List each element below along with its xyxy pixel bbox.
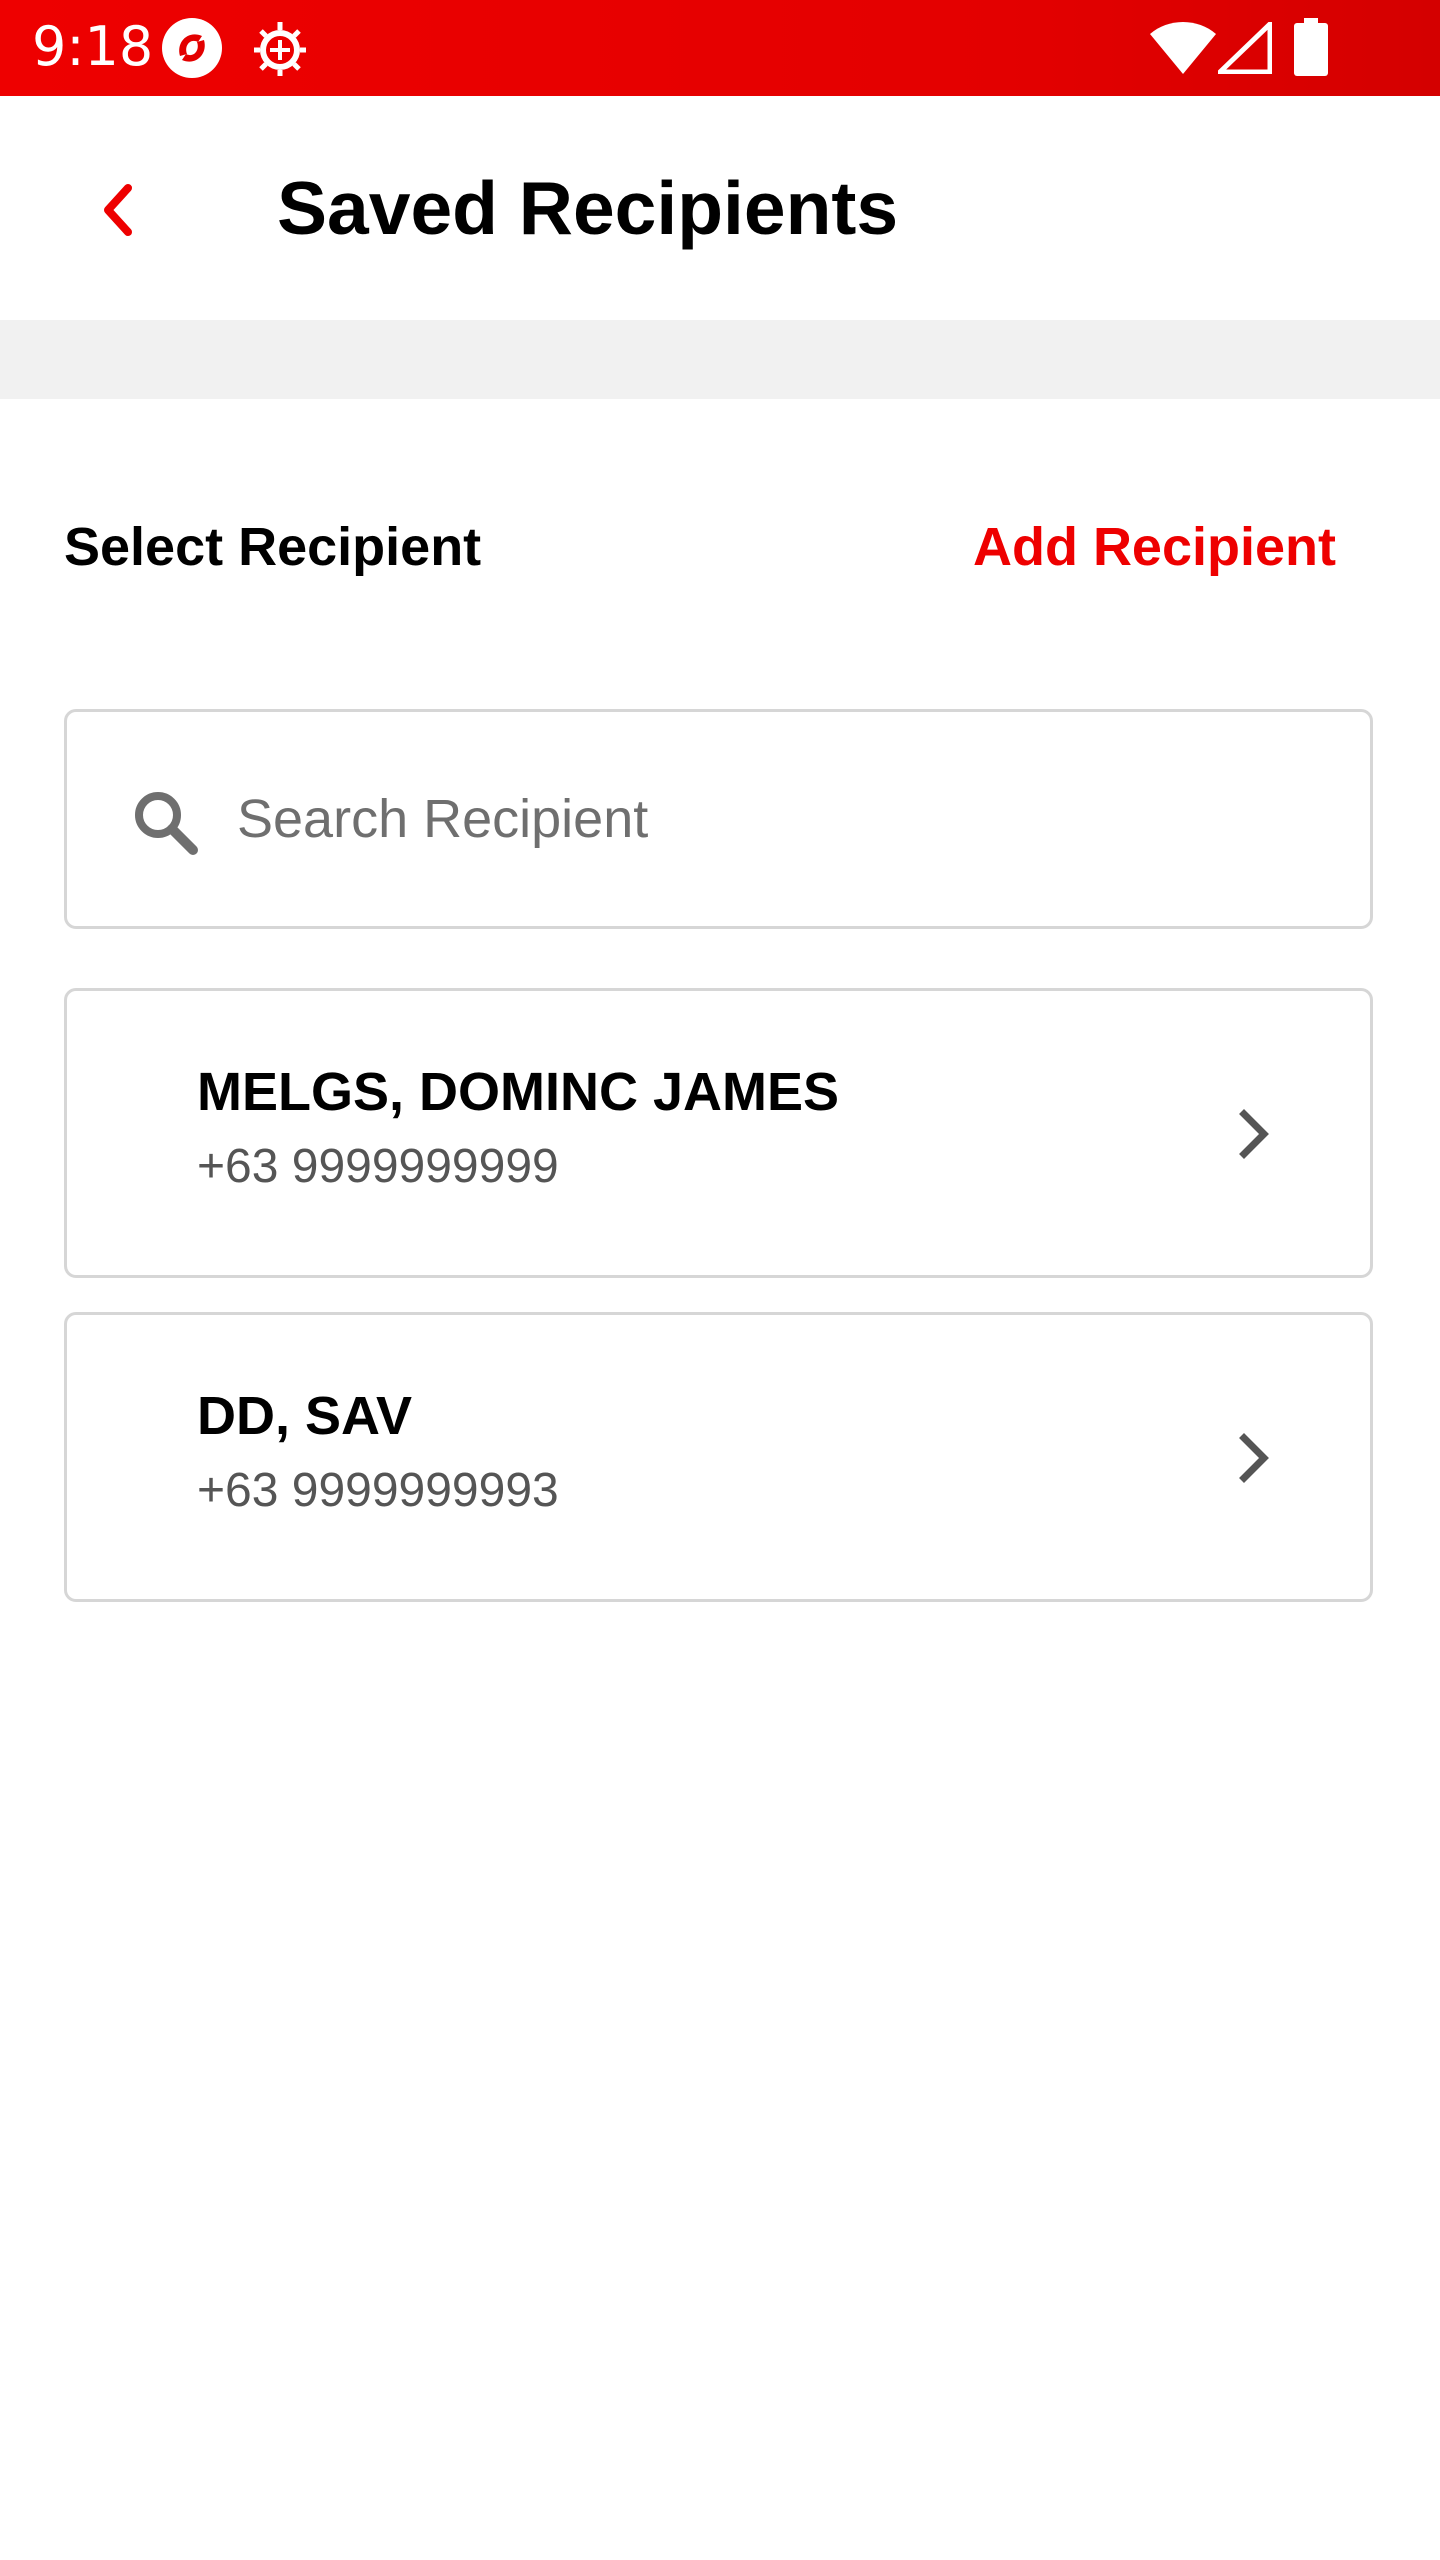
recipient-name: DD, SAV <box>197 1386 413 1446</box>
recipient-card[interactable]: MELGS, DOMINC JAMES +63 9999999999 <box>64 988 1373 1278</box>
section-divider <box>0 320 1440 399</box>
recipient-phone: +63 9999999999 <box>197 1140 559 1193</box>
wifi-icon <box>1150 22 1216 74</box>
signal-icon <box>1218 22 1272 74</box>
recipient-phone: +63 9999999993 <box>197 1464 559 1517</box>
page-title: Saved Recipients <box>277 166 899 250</box>
app-notification-icon <box>162 18 222 78</box>
app-bar: Saved Recipients <box>0 96 1440 320</box>
search-input[interactable] <box>237 752 1317 886</box>
back-button[interactable] <box>70 162 166 258</box>
status-bar: 9:18 <box>0 0 1440 96</box>
select-recipient-label: Select Recipient <box>64 517 482 577</box>
status-time: 9:18 <box>32 15 154 78</box>
search-box[interactable] <box>64 709 1373 929</box>
bug-icon <box>254 22 306 76</box>
add-recipient-button[interactable]: Add Recipient <box>973 512 1336 582</box>
chevron-left-icon <box>104 184 132 236</box>
battery-icon <box>1294 18 1328 76</box>
chevron-right-icon <box>1239 1109 1269 1159</box>
chevron-right-icon <box>1239 1433 1269 1483</box>
search-icon <box>135 792 198 855</box>
recipient-card[interactable]: DD, SAV +63 9999999993 <box>64 1312 1373 1602</box>
recipient-name: MELGS, DOMINC JAMES <box>197 1062 840 1122</box>
